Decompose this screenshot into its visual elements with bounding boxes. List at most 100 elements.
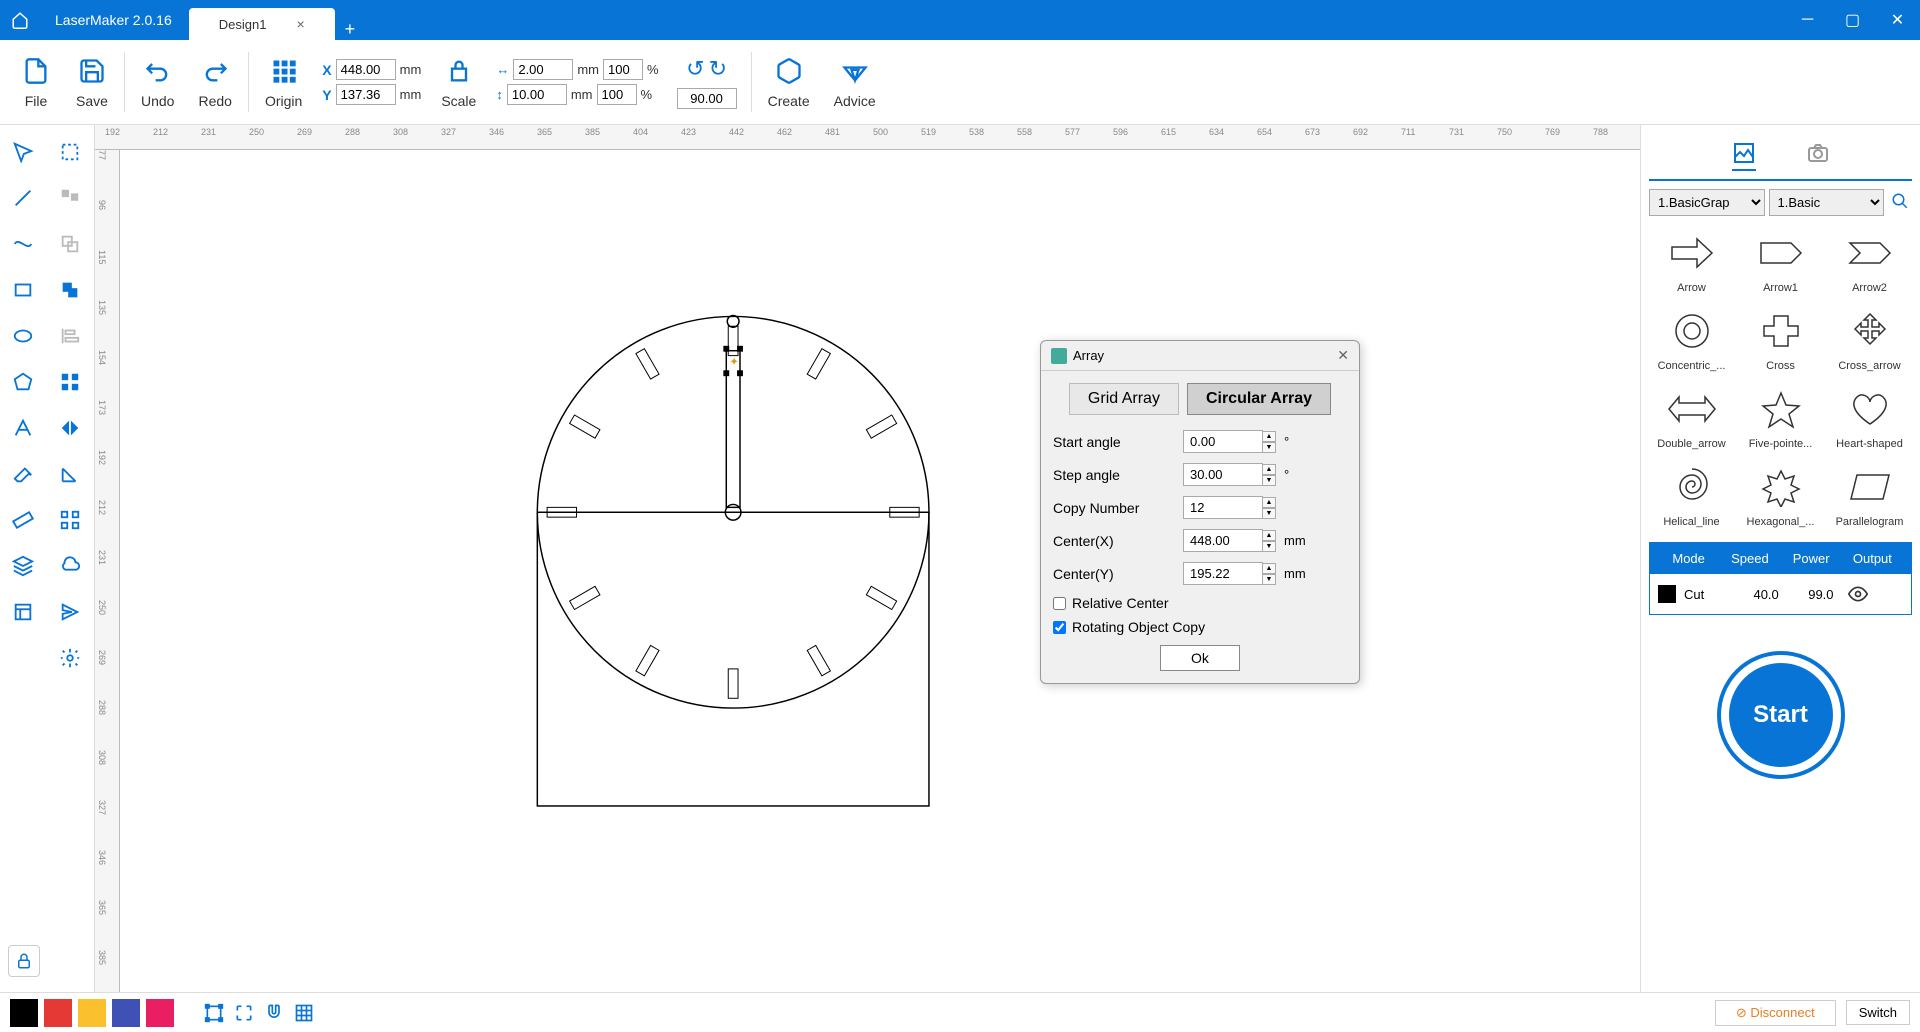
step-angle-input[interactable] bbox=[1183, 463, 1263, 486]
magnet-tool-icon[interactable] bbox=[264, 1003, 284, 1023]
color-swatch[interactable] bbox=[146, 999, 174, 1027]
circular-array-tab[interactable]: Circular Array bbox=[1187, 383, 1331, 415]
center-y-input[interactable] bbox=[1183, 562, 1263, 585]
ruler-tool[interactable] bbox=[4, 501, 42, 539]
shape-item[interactable]: Hexagonal_... bbox=[1738, 458, 1823, 532]
spin-down[interactable]: ▼ bbox=[1262, 574, 1276, 585]
marquee-tool[interactable] bbox=[51, 133, 89, 171]
cloud-tool[interactable] bbox=[51, 547, 89, 585]
camera-tab-icon[interactable] bbox=[1806, 141, 1830, 171]
send-tool[interactable] bbox=[51, 593, 89, 631]
color-swatch[interactable] bbox=[10, 999, 38, 1027]
dialog-header[interactable]: Array ✕ bbox=[1041, 341, 1359, 371]
mirror-tool[interactable] bbox=[51, 409, 89, 447]
close-button[interactable]: ✕ bbox=[1875, 0, 1920, 40]
shape-item[interactable]: Cross bbox=[1738, 302, 1823, 376]
home-button[interactable] bbox=[0, 0, 40, 40]
layers-tool[interactable] bbox=[4, 547, 42, 585]
rotate-ccw-button[interactable]: ↺ bbox=[686, 56, 704, 82]
frame-tool-icon[interactable] bbox=[204, 1003, 224, 1023]
height-input[interactable] bbox=[507, 84, 567, 105]
union-tool[interactable] bbox=[51, 271, 89, 309]
category2-select[interactable]: 1.Basic bbox=[1769, 189, 1885, 216]
shape-item[interactable]: Arrow1 bbox=[1738, 224, 1823, 298]
eraser-tool[interactable] bbox=[4, 455, 42, 493]
spin-down[interactable]: ▼ bbox=[1262, 475, 1276, 486]
spin-up[interactable]: ▲ bbox=[1262, 464, 1276, 475]
redo-button[interactable]: Redo bbox=[186, 55, 243, 109]
page-tool[interactable] bbox=[4, 593, 42, 631]
rotating-copy-checkbox[interactable]: Rotating Object Copy bbox=[1053, 619, 1347, 635]
grid-tool-icon[interactable] bbox=[294, 1003, 314, 1023]
grid-array-tool[interactable] bbox=[51, 363, 89, 401]
copy-tool[interactable] bbox=[51, 225, 89, 263]
minimize-button[interactable]: ─ bbox=[1785, 0, 1830, 40]
start-angle-input[interactable] bbox=[1183, 430, 1263, 453]
tab-design1[interactable]: Design1 × bbox=[189, 8, 335, 40]
category1-select[interactable]: 1.BasicGrap bbox=[1649, 189, 1765, 216]
focus-tool-icon[interactable] bbox=[234, 1003, 254, 1023]
file-button[interactable]: File bbox=[8, 55, 64, 109]
search-icon[interactable] bbox=[1888, 189, 1912, 213]
align-tool[interactable] bbox=[51, 317, 89, 355]
switch-button[interactable]: Switch bbox=[1846, 1000, 1910, 1025]
array-tool[interactable] bbox=[51, 501, 89, 539]
color-swatch[interactable] bbox=[44, 999, 72, 1027]
shape-item[interactable]: Five-pointe... bbox=[1738, 380, 1823, 454]
shape-item[interactable]: Parallelogram bbox=[1827, 458, 1912, 532]
line-tool[interactable] bbox=[4, 179, 42, 217]
maximize-button[interactable]: ▢ bbox=[1830, 0, 1875, 40]
polygon-tool[interactable] bbox=[4, 363, 42, 401]
laser-tool[interactable] bbox=[51, 639, 89, 677]
shape-item[interactable]: Arrow bbox=[1649, 224, 1734, 298]
tab-add-button[interactable]: + bbox=[335, 19, 366, 40]
fill-tool[interactable] bbox=[51, 179, 89, 217]
layer-row[interactable]: Cut 40.0 99.0 bbox=[1650, 574, 1911, 614]
undo-button[interactable]: Undo bbox=[129, 55, 186, 109]
measure-tool[interactable] bbox=[51, 455, 89, 493]
color-swatch[interactable] bbox=[78, 999, 106, 1027]
tab-close-icon[interactable]: × bbox=[296, 16, 304, 32]
width-input[interactable] bbox=[513, 59, 573, 80]
grid-array-tab[interactable]: Grid Array bbox=[1069, 383, 1179, 415]
lock-button[interactable] bbox=[8, 945, 40, 977]
save-button[interactable]: Save bbox=[64, 55, 120, 109]
layer-visibility-icon[interactable] bbox=[1848, 584, 1903, 604]
shape-item[interactable]: Helical_line bbox=[1649, 458, 1734, 532]
spin-up[interactable]: ▲ bbox=[1262, 563, 1276, 574]
spin-down[interactable]: ▼ bbox=[1262, 508, 1276, 519]
width-pct-input[interactable] bbox=[603, 59, 643, 80]
copy-number-input[interactable] bbox=[1183, 496, 1263, 519]
spin-down[interactable]: ▼ bbox=[1262, 442, 1276, 453]
curve-tool[interactable] bbox=[4, 225, 42, 263]
spin-up[interactable]: ▲ bbox=[1262, 497, 1276, 508]
shape-item[interactable]: Concentric_... bbox=[1649, 302, 1734, 376]
canvas[interactable]: ✦ bbox=[120, 150, 1640, 992]
shape-item[interactable]: Heart-shaped bbox=[1827, 380, 1912, 454]
advice-button[interactable]: Advice bbox=[822, 55, 888, 109]
origin-button[interactable]: Origin bbox=[253, 55, 314, 109]
shape-item[interactable]: Double_arrow bbox=[1649, 380, 1734, 454]
shapes-tab-icon[interactable] bbox=[1732, 141, 1756, 171]
center-x-input[interactable] bbox=[1183, 529, 1263, 552]
relative-center-checkbox[interactable]: Relative Center bbox=[1053, 595, 1347, 611]
start-button[interactable]: Start bbox=[1721, 655, 1841, 775]
ok-button[interactable]: Ok bbox=[1160, 645, 1240, 671]
rotate-cw-button[interactable]: ↻ bbox=[709, 56, 727, 82]
scale-button[interactable]: Scale bbox=[429, 55, 488, 109]
text-tool[interactable] bbox=[4, 409, 42, 447]
spin-up[interactable]: ▲ bbox=[1262, 431, 1276, 442]
y-input[interactable] bbox=[336, 84, 396, 105]
disconnect-status[interactable]: ⊘ Disconnect bbox=[1715, 1000, 1836, 1026]
rectangle-tool[interactable] bbox=[4, 271, 42, 309]
x-input[interactable] bbox=[336, 59, 396, 80]
shape-item[interactable]: Cross_arrow bbox=[1827, 302, 1912, 376]
ellipse-tool[interactable] bbox=[4, 317, 42, 355]
angle-input[interactable] bbox=[677, 88, 737, 109]
spin-up[interactable]: ▲ bbox=[1262, 530, 1276, 541]
select-tool[interactable] bbox=[4, 133, 42, 171]
height-pct-input[interactable] bbox=[597, 84, 637, 105]
dialog-close-icon[interactable]: ✕ bbox=[1337, 347, 1349, 364]
color-swatch[interactable] bbox=[112, 999, 140, 1027]
spin-down[interactable]: ▼ bbox=[1262, 541, 1276, 552]
